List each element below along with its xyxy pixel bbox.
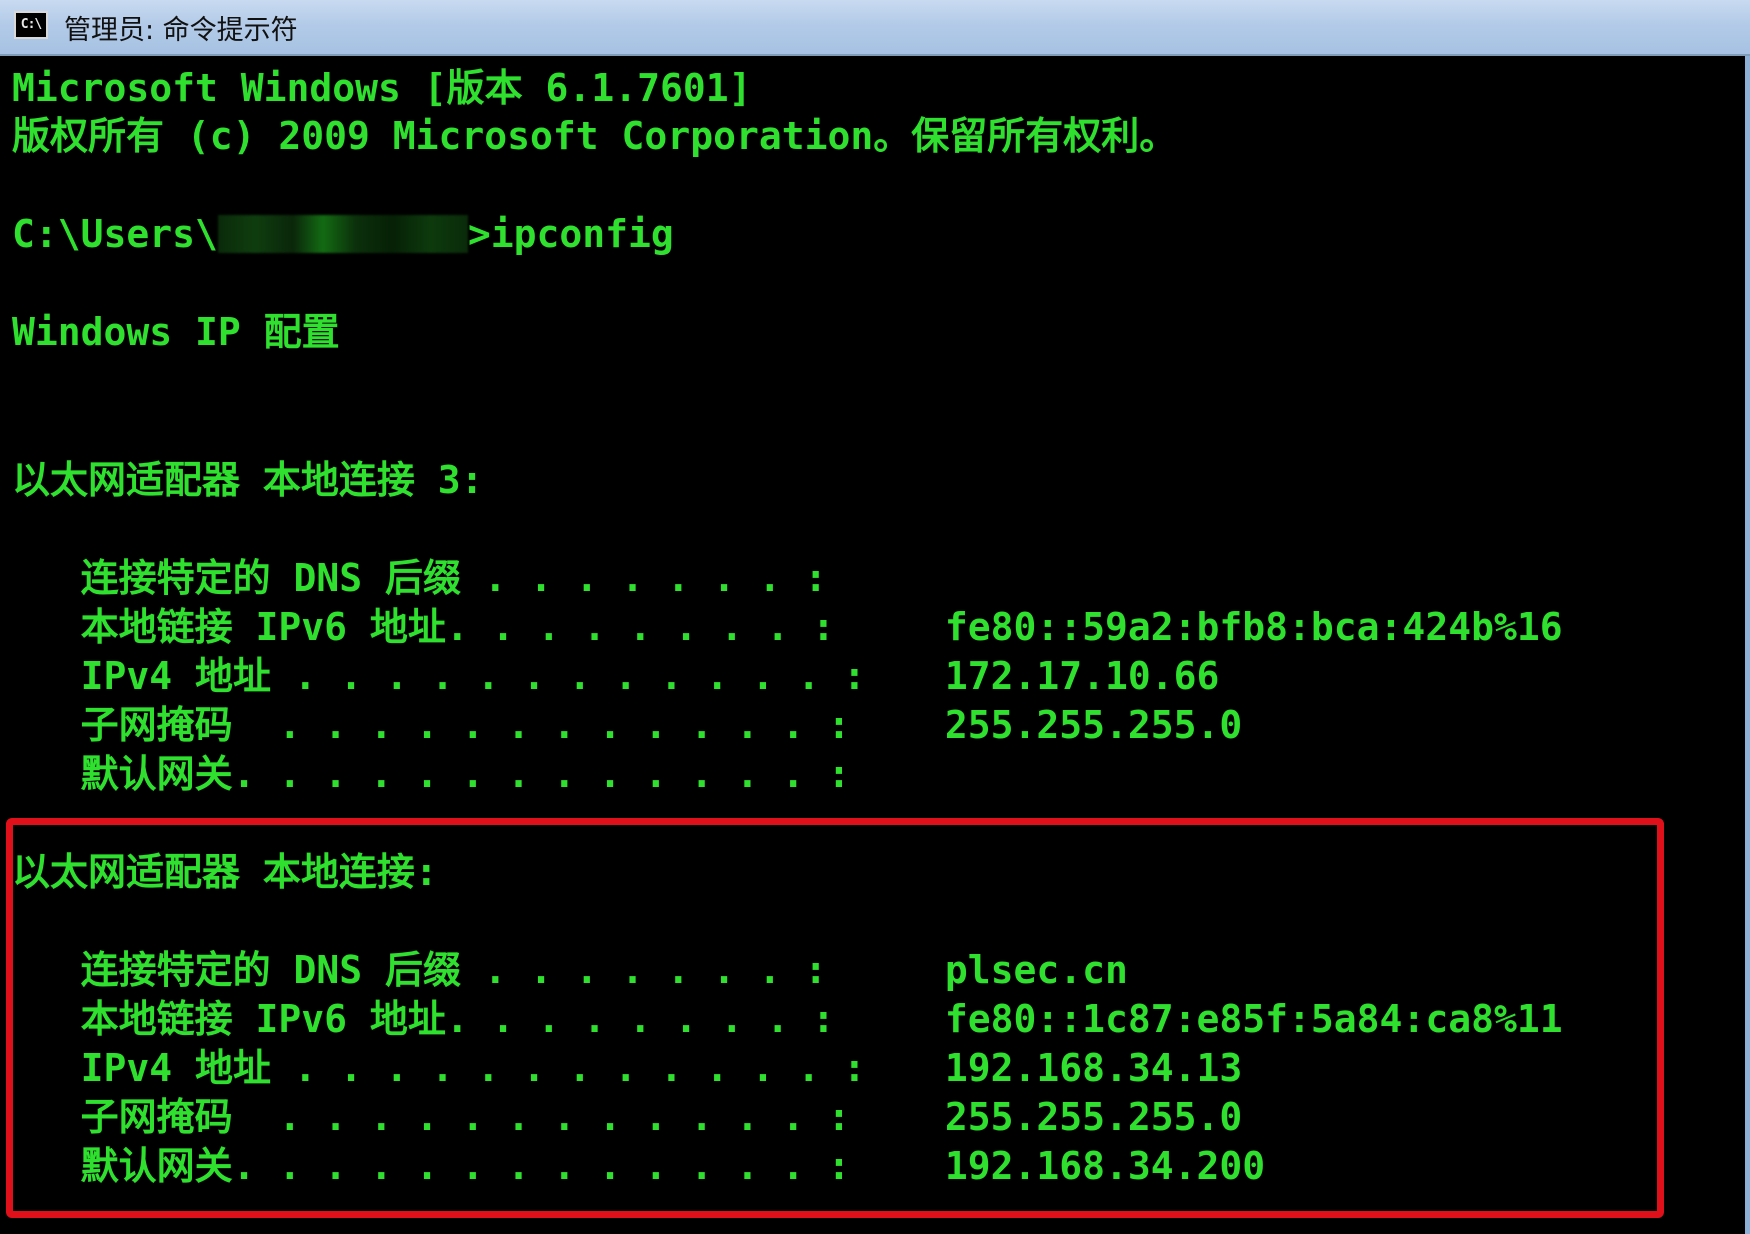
adapter-row: IPv4 地址 . . . . . . . . . . . . : 172.17… — [12, 652, 1220, 700]
adapter-row: 子网掩码 . . . . . . . . . . . . : 255.255.2… — [12, 701, 1243, 749]
cmd-icon[interactable]: C:\ — [14, 11, 48, 39]
cmd-window: C:\ 管理员: 命令提示符 Microsoft Windows [版本 6.1… — [0, 0, 1750, 1234]
row-value: 255.255.255.0 — [922, 703, 1243, 747]
row-value: fe80::59a2:bfb8:bca:424b%16 — [922, 605, 1563, 649]
prompt-command: >ipconfig — [467, 212, 674, 256]
row-label: 连接特定的 DNS 后缀 . . . . . . . : — [12, 556, 828, 600]
row-label: 子网掩码 . . . . . . . . . . . . : — [12, 703, 851, 747]
adapter-row: 默认网关. . . . . . . . . . . . . : — [12, 750, 922, 798]
adapter-title: 以太网适配器 本地连接 3: — [12, 458, 484, 502]
row-label: 本地链接 IPv6 地址. . . . . . . . : — [12, 605, 835, 649]
adapter-row: 连接特定的 DNS 后缀 . . . . . . . : — [12, 554, 922, 602]
row-value: 172.17.10.66 — [922, 654, 1220, 698]
window-title: 管理员: 命令提示符 — [64, 15, 298, 46]
row-label: 默认网关. . . . . . . . . . . . . : — [12, 752, 851, 796]
header-version-line: Microsoft Windows [版本 6.1.7601] — [12, 66, 752, 110]
title-bar[interactable]: C:\ 管理员: 命令提示符 — [0, 0, 1750, 56]
adapter-row: 本地链接 IPv6 地址. . . . . . . . : fe80::59a2… — [12, 603, 1563, 651]
window-frame-edge — [1745, 56, 1750, 1234]
redacted-username — [217, 215, 468, 253]
prompt-line: C:\Users\ >ipconfig — [12, 210, 674, 258]
header-copyright-line: 版权所有 (c) 2009 Microsoft Corporation。保留所有… — [12, 114, 1178, 158]
highlight-box — [6, 818, 1664, 1218]
ip-config-title: Windows IP 配置 — [12, 310, 340, 354]
row-label: IPv4 地址 . . . . . . . . . . . . : — [12, 654, 866, 698]
prompt-prefix: C:\Users\ — [12, 212, 218, 256]
